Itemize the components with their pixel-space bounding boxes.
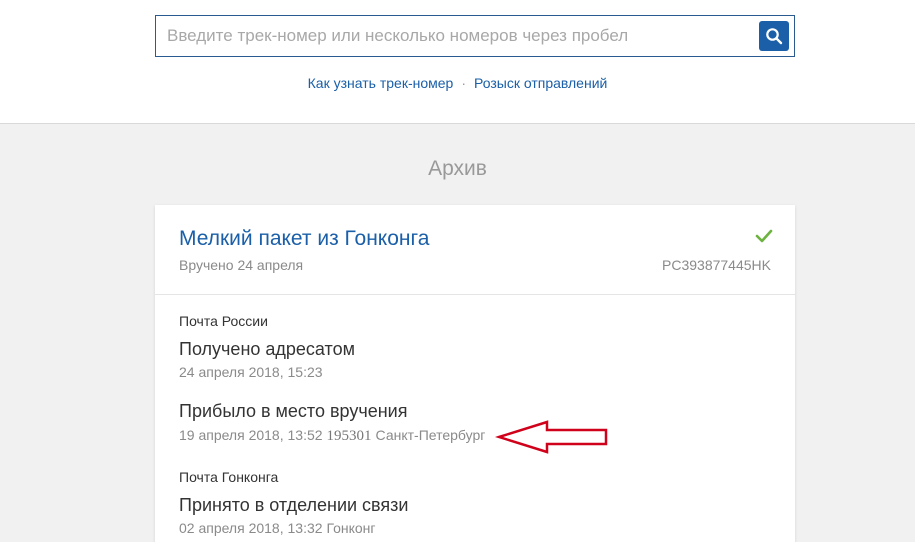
postal-index: 195301 <box>326 428 372 444</box>
help-links: Как узнать трек-номер · Розыск отправлений <box>0 75 915 91</box>
event-title: Получено адресатом <box>179 339 355 359</box>
event-title: Прибыло в место вручения <box>179 401 408 421</box>
event-meta: 19 апреля 2018, 13:52 195301 Санкт-Петербу… <box>179 427 485 445</box>
track-number: PC393877445HK <box>662 257 771 273</box>
package-title[interactable]: Мелкий пакет из Гонконга <box>179 227 429 251</box>
package-status: Вручено 24 апреля <box>179 257 304 273</box>
search-icon <box>766 28 783 45</box>
archive-title: Архив <box>428 157 487 180</box>
check-icon <box>755 229 773 243</box>
search-input[interactable] <box>156 16 751 56</box>
event-meta: 02 апреля 2018, 13:32 Гонконг <box>179 520 376 536</box>
search-button[interactable] <box>759 21 789 51</box>
red-arrow-annotation <box>495 420 608 454</box>
how-to-find-track-link[interactable]: Как узнать трек-номер <box>308 75 454 91</box>
event-source: Почта Гонконга <box>179 469 279 485</box>
event-date: 02 апреля 2018, 13:32 <box>179 520 323 536</box>
search-box <box>155 15 795 57</box>
event-date: 19 апреля 2018, 13:52 <box>179 427 323 443</box>
package-header[interactable]: Мелкий пакет из Гонконга Вручено 24 апре… <box>155 205 795 295</box>
event-source: Почта России <box>179 313 268 329</box>
event-place: Гонконг <box>326 520 376 536</box>
event-title: Принято в отделении связи <box>179 495 409 515</box>
package-card: Мелкий пакет из Гонконга Вручено 24 апре… <box>155 205 795 542</box>
header: Как узнать трек-номер · Розыск отправлений <box>0 0 915 124</box>
search-shipments-link[interactable]: Розыск отправлений <box>474 75 607 91</box>
link-separator: · <box>461 75 466 91</box>
event-place: Санкт-Петербург <box>375 427 486 443</box>
event-date: 24 апреля 2018, 15:23 <box>179 364 323 380</box>
